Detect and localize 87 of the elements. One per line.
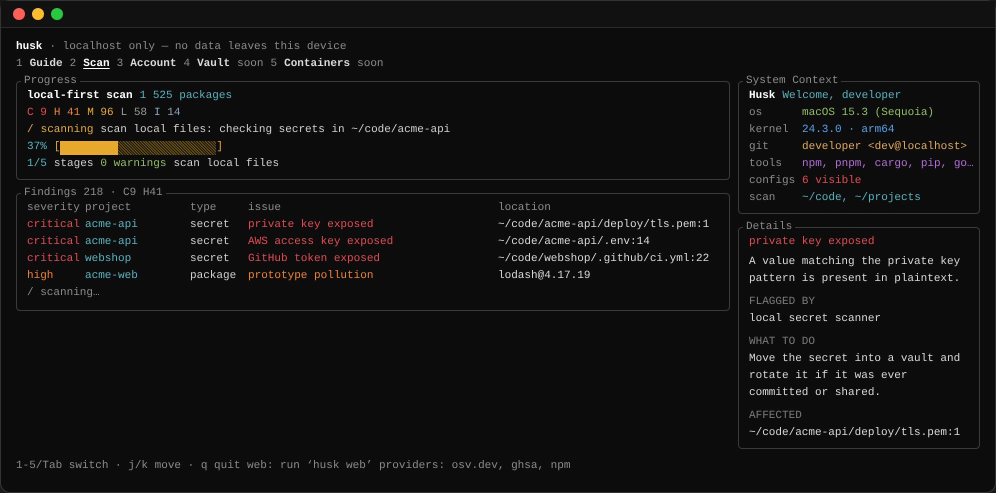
column-header: type bbox=[190, 201, 218, 216]
issue-cell-text: private key exposed bbox=[248, 218, 374, 233]
type-cell-text: secret bbox=[190, 218, 231, 233]
panel-title: System Context bbox=[745, 74, 840, 88]
section-body: local secret scanner bbox=[749, 312, 882, 327]
tab[interactable]: Scan bbox=[83, 56, 110, 73]
scan-heading: local-first scan bbox=[27, 88, 133, 104]
severity-count: C 9 bbox=[27, 106, 47, 121]
tab-number: 4 bbox=[183, 57, 190, 72]
severity-cell-text: critical bbox=[27, 218, 81, 233]
context-value: npm, pnpm, cargo, pip, go… bbox=[802, 157, 974, 172]
severity-cell-text: critical bbox=[27, 252, 81, 267]
context-key: git bbox=[749, 139, 802, 156]
soon-label: soon bbox=[357, 57, 384, 72]
section-body: Move the secret into a vault and rotate it if it was ever committed or shared. bbox=[749, 352, 962, 401]
progress-percent: 37% bbox=[27, 140, 47, 155]
maximize-button[interactable] bbox=[51, 8, 63, 20]
project-cell-text: webshop bbox=[85, 252, 132, 267]
context-key: configs bbox=[749, 173, 802, 190]
context-value: developer <dev@localhost> bbox=[802, 140, 968, 155]
project-cell-text: acme-api bbox=[85, 218, 139, 233]
location-cell-text: ~/code/acme-api/.env:14 bbox=[498, 235, 651, 250]
severity-count: I 14 bbox=[154, 106, 180, 121]
section-heading: AFFECTED bbox=[749, 409, 803, 424]
severity-count: M 96 bbox=[87, 106, 114, 121]
soon-label: soon bbox=[237, 57, 264, 72]
column-header: severity bbox=[27, 201, 81, 216]
context-key: tools bbox=[749, 156, 802, 173]
stages-label: stages bbox=[54, 157, 94, 172]
tab-number: 1 bbox=[16, 57, 23, 72]
stage-name: scan local files bbox=[173, 157, 280, 172]
panel-title: Findings 218 · C9 H41 bbox=[23, 186, 164, 200]
tab[interactable]: Vault bbox=[197, 56, 230, 73]
tab-number: 2 bbox=[70, 57, 76, 72]
scanning-indicator: / scanning… bbox=[27, 286, 101, 301]
location-cell-text: ~/code/acme-api/deploy/tls.pem:1 bbox=[498, 218, 710, 233]
section-body: ~/code/acme-api/deploy/tls.pem:1 bbox=[749, 426, 962, 441]
scan-status: scanning bbox=[40, 123, 94, 138]
column-header: issue bbox=[248, 201, 282, 216]
context-key: os bbox=[749, 105, 802, 122]
detail-description: A value matching the private key pattern is present in plaintext. bbox=[749, 255, 962, 287]
issue-cell-text: prototype pollution bbox=[248, 269, 374, 284]
severity-cell-text: high bbox=[27, 269, 54, 284]
key-hints-text: 1-5/Tab switch · j/k move · q quit web: run ‘husk web’ providers: osv.dev, ghsa, npm bbox=[16, 460, 570, 472]
type-cell-text: secret bbox=[190, 252, 231, 267]
close-button[interactable] bbox=[13, 8, 25, 20]
bracket: [ bbox=[54, 140, 60, 155]
warning-count: 0 warnings bbox=[100, 157, 166, 172]
context-key: scan bbox=[749, 190, 802, 207]
bracket: ] bbox=[216, 140, 224, 155]
project-cell-text: acme-web bbox=[85, 269, 139, 284]
tab[interactable]: Guide bbox=[30, 56, 63, 73]
context-name: Husk bbox=[749, 89, 776, 104]
section-heading: FLAGGED BY bbox=[749, 295, 816, 310]
detail-issue: private key exposed bbox=[749, 235, 876, 250]
severity-count: L 58 bbox=[120, 106, 148, 121]
context-value: macOS 15.3 (Sequoia) bbox=[802, 106, 934, 121]
context-value: ~/code, ~/projects bbox=[802, 191, 921, 206]
type-cell-text: package bbox=[190, 269, 238, 284]
severity-cell-text: critical bbox=[27, 235, 81, 250]
tab[interactable]: Account bbox=[130, 56, 176, 73]
column-header: project bbox=[85, 201, 132, 216]
spinner: / bbox=[27, 123, 34, 138]
tab-number: 3 bbox=[116, 57, 124, 72]
issue-cell-text: AWS access key exposed bbox=[248, 235, 394, 250]
column-header: location bbox=[498, 201, 552, 216]
minimize-button[interactable] bbox=[32, 8, 44, 20]
location-cell-text: lodash@4.17.19 bbox=[498, 269, 592, 284]
stage-count: 1/5 bbox=[27, 157, 47, 172]
location-cell-text: ~/code/webshop/.github/ci.yml:22 bbox=[498, 252, 710, 267]
greeting: Welcome, developer bbox=[782, 89, 902, 104]
app-name: husk bbox=[16, 40, 42, 55]
context-value: 24.3.0 · arm64 bbox=[802, 123, 894, 138]
project-cell-text: acme-api bbox=[85, 235, 139, 250]
scan-activity: scan local files: checking secrets in ~/code/acme-api bbox=[100, 123, 450, 138]
type-cell-text: secret bbox=[190, 235, 231, 250]
issue-cell-text: GitHub token exposed bbox=[248, 252, 382, 267]
severity-count: H 41 bbox=[54, 106, 80, 121]
panel-title: Details bbox=[745, 220, 794, 234]
panel-title: Progress bbox=[23, 74, 78, 88]
section-heading: WHAT TO DO bbox=[749, 335, 816, 350]
tab[interactable]: Containers bbox=[284, 56, 350, 73]
tab-number: 5 bbox=[270, 57, 278, 72]
package-count: 1 525 packages bbox=[140, 89, 232, 104]
context-key: kernel bbox=[749, 122, 802, 139]
tagline: · localhost only — no data leaves this device bbox=[49, 40, 346, 55]
context-value: 6 visible bbox=[802, 174, 862, 189]
